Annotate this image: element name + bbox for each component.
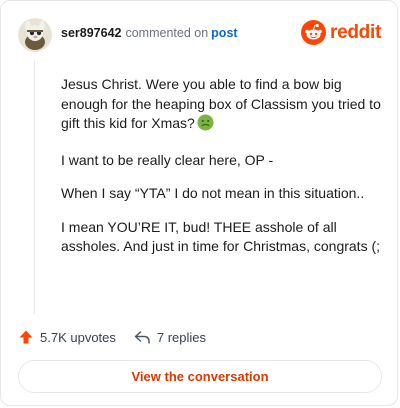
comment-paragraph: I want to be really clear here, OP - [61,151,274,168]
reply-arrow-icon [134,330,150,344]
avatar-image [18,18,52,52]
username[interactable]: ser897642 [61,26,121,40]
paragraph-text: Jesus Christ. Were you able to find a bo… [61,76,381,131]
thread-line [34,61,35,314]
upvote-arrow-icon [19,330,33,344]
comment-paragraph: I mean YOU’RE IT, bud! THEE asshole of a… [61,218,381,255]
view-conversation-button[interactable]: View the conversation [18,360,382,393]
comment-paragraph: Jesus Christ. Were you able to find a bo… [61,75,383,137]
replies-button[interactable]: 7 replies [134,330,206,345]
reddit-wordmark: reddit [330,21,381,43]
reddit-logo[interactable]: reddit [301,20,381,45]
post-link[interactable]: post [211,26,237,40]
reddit-snoo-icon [301,20,327,45]
replies-count: 7 replies [156,329,207,345]
comment-paragraph: When I say “YTA” I do not mean in this s… [61,185,365,201]
upvote-button[interactable]: 5.7K upvotes [18,329,116,345]
comment-body: Jesus Christ. Were you able to find a bo… [61,75,383,271]
comment-header: ser897642 commented on post [61,25,238,41]
upvote-count: 5.7K upvotes [40,329,116,345]
comment-card: ser897642 commented on post reddit Jesus C… [0,0,398,406]
commented-on-label: commented on [125,26,209,40]
avatar[interactable] [18,18,52,52]
nauseated-face-icon [197,114,214,137]
comment-actions: 5.7K upvotes 7 replies [18,328,206,346]
